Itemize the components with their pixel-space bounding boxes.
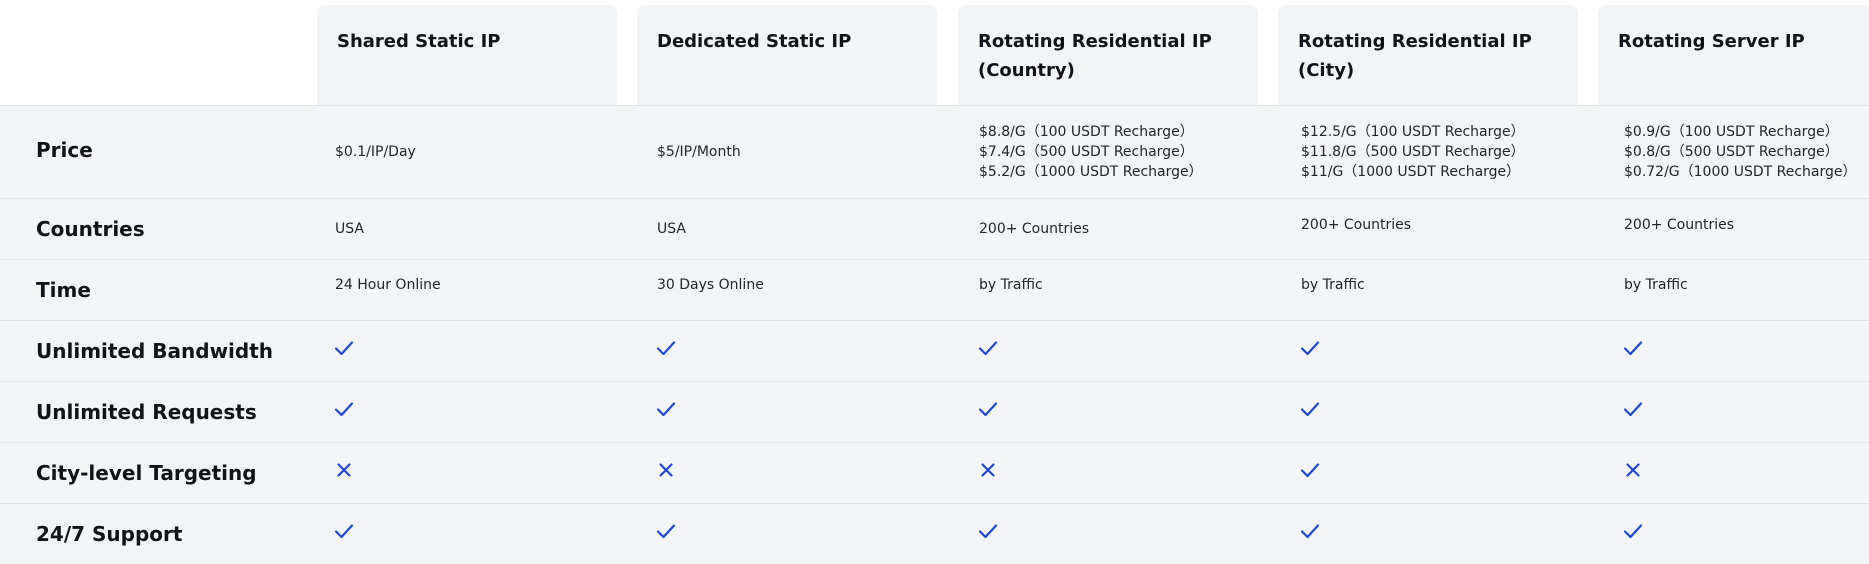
time-cell: 30 Days Online	[657, 277, 764, 293]
countries-cell: 200+ Countries	[979, 221, 1090, 237]
price-line: $0.72/G（1000 USDT Recharge）	[1624, 164, 1857, 180]
check-icon	[655, 337, 677, 359]
table-row-support: 24/7 Support	[0, 504, 1869, 564]
table-row-unlimited-requests: Unlimited Requests	[0, 382, 1869, 443]
plan-title: Rotating Server IP	[1618, 31, 1805, 52]
table-row-countries: Countries USA USA 200+ Countries 200+ Co…	[0, 199, 1869, 260]
cross-icon	[1622, 459, 1644, 481]
price-line: $11.8/G（500 USDT Recharge）	[1301, 144, 1525, 160]
row-label: Countries	[36, 217, 145, 241]
plan-title: Dedicated Static IP	[657, 31, 852, 52]
cross-icon	[977, 459, 999, 481]
check-icon	[977, 398, 999, 420]
time-cell: 24 Hour Online	[335, 277, 441, 293]
price-cell: $8.8/G（100 USDT Recharge） $7.4/G（500 USD…	[979, 122, 1203, 182]
plan-title: Rotating Residential IP (Country)	[978, 31, 1212, 81]
price-line: $5.2/G（1000 USDT Recharge）	[979, 164, 1203, 180]
time-cell: by Traffic	[1301, 277, 1365, 293]
plan-title: Rotating Residential IP (City)	[1298, 31, 1532, 81]
check-icon	[333, 337, 355, 359]
plan-header-rotating-server: Rotating Server IP	[1598, 5, 1869, 105]
check-icon	[655, 398, 677, 420]
cross-icon	[333, 459, 355, 481]
price-cell: $0.9/G（100 USDT Recharge） $0.8/G（500 USD…	[1624, 122, 1857, 182]
row-label: Unlimited Requests	[36, 400, 257, 424]
countries-cell: USA	[657, 221, 686, 237]
row-label: Unlimited Bandwidth	[36, 339, 274, 363]
price-line: $0.1/IP/Day	[335, 144, 416, 160]
check-icon	[1622, 398, 1644, 420]
pricing-comparison: Shared Static IP Dedicated Static IP Rot…	[0, 0, 1869, 564]
plan-header-residential-country: Rotating Residential IP (Country)	[958, 5, 1258, 105]
plan-header-row: Shared Static IP Dedicated Static IP Rot…	[0, 0, 1869, 105]
plan-title: Shared Static IP	[337, 31, 501, 52]
price-line: $5/IP/Month	[657, 144, 741, 160]
price-cell: $5/IP/Month	[657, 142, 741, 162]
price-line: $0.9/G（100 USDT Recharge）	[1624, 124, 1839, 140]
cross-icon	[655, 459, 677, 481]
price-cell: $12.5/G（100 USDT Recharge） $11.8/G（500 U…	[1301, 122, 1525, 182]
plan-header-dedicated-static: Dedicated Static IP	[637, 5, 937, 105]
table-row-city-level-targeting: City-level Targeting	[0, 443, 1869, 504]
time-cell: by Traffic	[979, 277, 1043, 293]
table-row-unlimited-bandwidth: Unlimited Bandwidth	[0, 321, 1869, 382]
row-label: 24/7 Support	[36, 522, 183, 546]
check-icon	[1622, 520, 1644, 542]
time-cell: by Traffic	[1624, 277, 1688, 293]
table-row-time: Time 24 Hour Online 30 Days Online by Tr…	[0, 260, 1869, 321]
plan-header-residential-city: Rotating Residential IP (City)	[1278, 5, 1578, 105]
row-label: City-level Targeting	[36, 461, 257, 485]
countries-cell: 200+ Countries	[1301, 217, 1412, 233]
countries-cell: USA	[335, 221, 364, 237]
check-icon	[977, 520, 999, 542]
check-icon	[333, 520, 355, 542]
check-icon	[1299, 520, 1321, 542]
price-line: $11/G（1000 USDT Recharge）	[1301, 164, 1521, 180]
comparison-table: Price $0.1/IP/Day $5/IP/Month $8.8/G（100…	[0, 105, 1869, 564]
check-icon	[1299, 337, 1321, 359]
price-line: $0.8/G（500 USDT Recharge）	[1624, 144, 1839, 160]
check-icon	[333, 398, 355, 420]
countries-cell: 200+ Countries	[1624, 217, 1735, 233]
check-icon	[977, 337, 999, 359]
price-line: $12.5/G（100 USDT Recharge）	[1301, 124, 1525, 140]
check-icon	[1299, 398, 1321, 420]
row-label: Price	[36, 138, 93, 162]
price-cell: $0.1/IP/Day	[335, 142, 416, 162]
check-icon	[655, 520, 677, 542]
row-label: Time	[36, 278, 91, 302]
check-icon	[1299, 459, 1321, 481]
table-row-price: Price $0.1/IP/Day $5/IP/Month $8.8/G（100…	[0, 106, 1869, 199]
price-line: $8.8/G（100 USDT Recharge）	[979, 124, 1194, 140]
check-icon	[1622, 337, 1644, 359]
price-line: $7.4/G（500 USDT Recharge）	[979, 144, 1194, 160]
plan-header-shared-static: Shared Static IP	[317, 5, 617, 105]
